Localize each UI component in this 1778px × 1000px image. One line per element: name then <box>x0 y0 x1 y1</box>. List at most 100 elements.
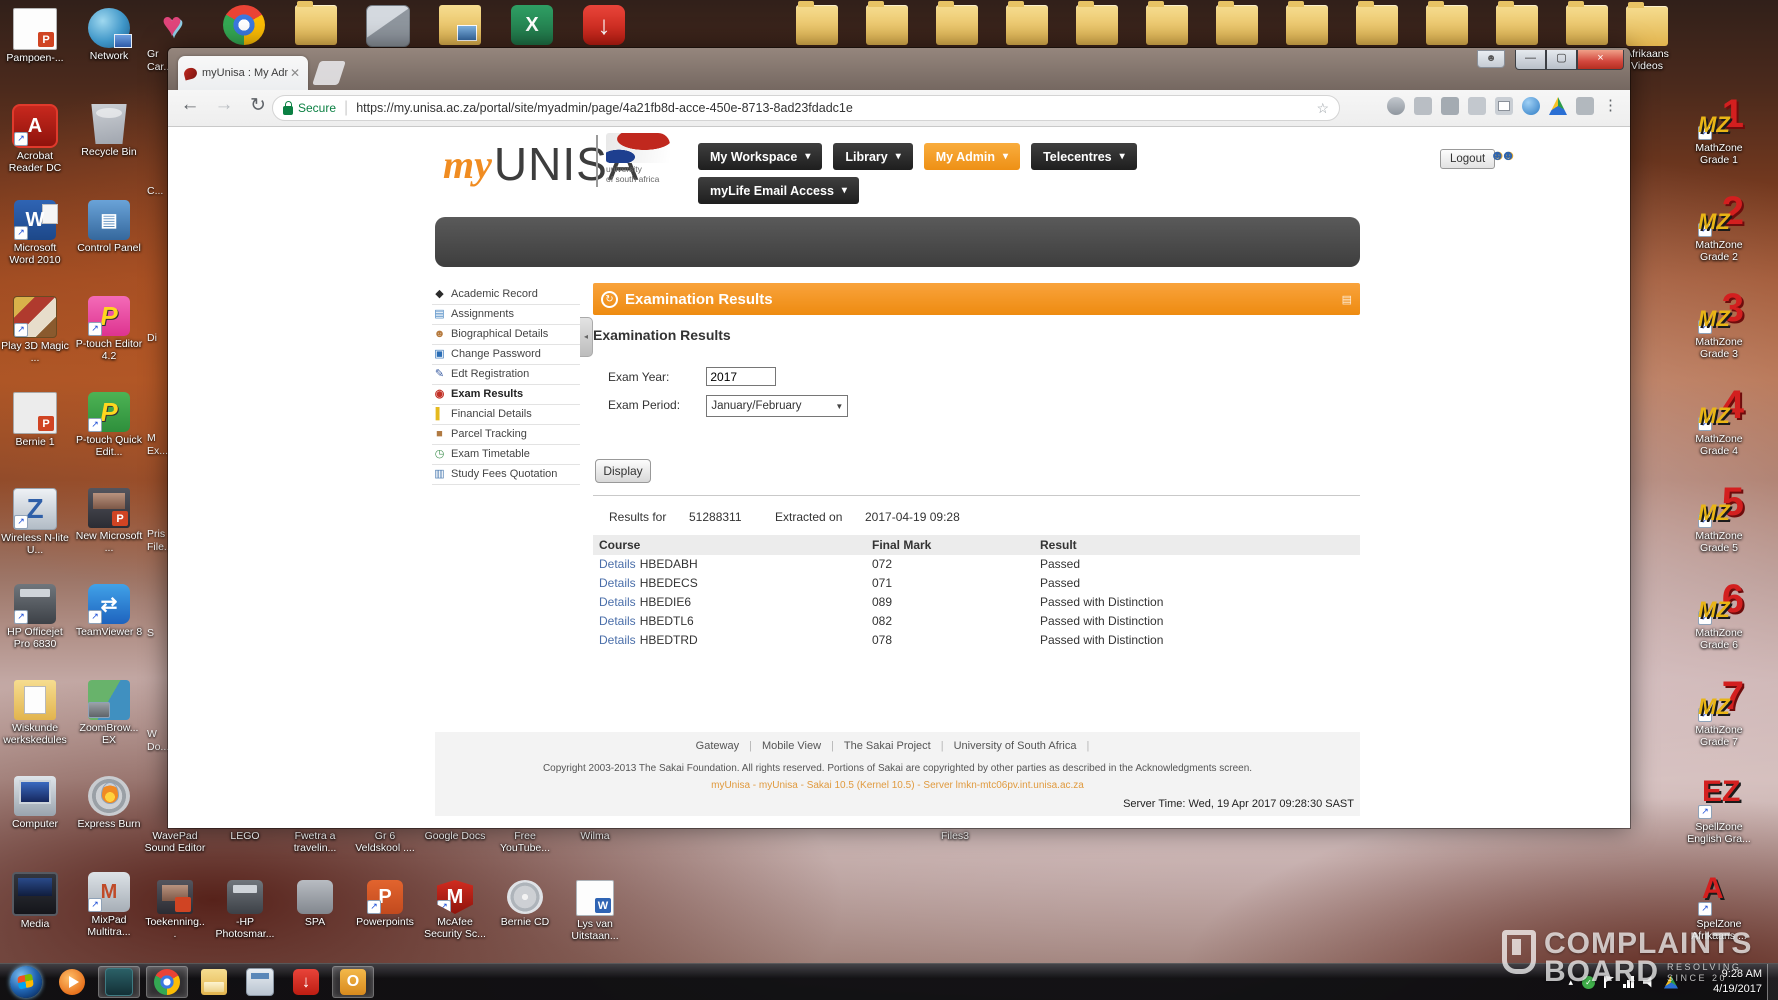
nav-library[interactable]: Library <box>833 143 912 170</box>
desktop-icon-files3-label[interactable]: Files3 <box>925 830 985 842</box>
details-link[interactable]: Details <box>599 557 636 571</box>
desktop-icon[interactable]: Wiskunde werkskedules <box>0 680 70 776</box>
sidebar-financial-details[interactable]: Financial Details <box>432 405 580 425</box>
desktop-icon[interactable]: 4 MathZone Grade 4 <box>1684 391 1754 488</box>
display-button[interactable]: Display <box>595 459 651 483</box>
profile-button[interactable]: ☻ <box>1477 50 1505 68</box>
desktop-icon[interactable] <box>1285 5 1329 47</box>
desktop-icon[interactable]: Gr 6 Veldskool .... <box>354 830 416 854</box>
desktop-icon[interactable] <box>222 5 266 49</box>
taskbar-button[interactable] <box>332 966 374 998</box>
sidebar-parcel-tracking[interactable]: Parcel Tracking <box>432 425 580 445</box>
sidebar-exam-results[interactable]: Exam Results <box>432 385 580 405</box>
desktop-icon[interactable]: Media <box>0 872 70 968</box>
close-button[interactable]: × <box>1577 50 1624 70</box>
desktop-icon[interactable]: 1 MathZone Grade 1 <box>1684 100 1754 197</box>
exam-year-input[interactable] <box>706 367 776 386</box>
desktop-icon[interactable]: A Acrobat Reader DC <box>0 104 70 200</box>
sidebar-academic-record[interactable]: Academic Record <box>432 285 580 305</box>
taskbar-button[interactable] <box>240 967 280 997</box>
desktop-icon[interactable] <box>1425 5 1469 47</box>
logout-button[interactable]: Logout <box>1440 149 1495 169</box>
desktop-icon[interactable] <box>795 5 839 47</box>
desktop-icon[interactable] <box>294 5 338 49</box>
desktop-icon[interactable]: 2 MathZone Grade 2 <box>1684 197 1754 294</box>
footer-link[interactable]: Mobile View <box>762 740 844 752</box>
desktop-icon[interactable]: ♥ <box>150 5 194 49</box>
desktop-icon[interactable] <box>1005 5 1049 47</box>
desktop-icon[interactable]: 3 MathZone Grade 3 <box>1684 294 1754 391</box>
users-gear-icon[interactable] <box>1490 147 1511 163</box>
taskbar-button[interactable] <box>52 967 92 997</box>
desktop-icon[interactable]: ▤ Control Panel <box>74 200 144 296</box>
extension-icon[interactable] <box>1414 97 1432 115</box>
desktop-icon[interactable]: -HP Photosmar... <box>214 880 276 942</box>
sidebar-biographical-details[interactable]: Biographical Details <box>432 325 580 345</box>
profile-extension-icon[interactable] <box>1576 97 1594 115</box>
taskbar-button[interactable] <box>6 967 46 997</box>
desktop-icon[interactable]: P Pampoen-... <box>0 8 70 104</box>
desktop-icon[interactable]: LEGO <box>214 830 276 854</box>
globe-extension-icon[interactable] <box>1522 97 1540 115</box>
sidebar-edit-registration[interactable]: Edt Registration <box>432 365 580 385</box>
desktop-icon[interactable]: WavePad Sound Editor <box>144 830 206 854</box>
sidebar-change-password[interactable]: Change Password <box>432 345 580 365</box>
footer-link[interactable]: Gateway <box>696 740 762 752</box>
desktop-icon[interactable]: P P-touch Editor 4.2 <box>74 296 144 392</box>
desktop-icon[interactable]: 6 MathZone Grade 6 <box>1684 585 1754 682</box>
taskbar-button[interactable] <box>286 967 326 997</box>
taskbar-button[interactable] <box>146 966 188 998</box>
desktop-icon[interactable]: P New Microsoft ... <box>74 488 144 584</box>
taskbar-button[interactable] <box>98 966 140 998</box>
desktop-icon[interactable]: P P-touch Quick Edit... <box>74 392 144 488</box>
sidebar-collapse-handle[interactable]: ◂ <box>580 317 593 357</box>
desktop-icon[interactable]: P Bernie 1 <box>0 392 70 488</box>
desktop-icon[interactable] <box>1215 5 1259 47</box>
minimize-button[interactable]: — <box>1515 50 1546 70</box>
desktop-icon[interactable] <box>1145 5 1189 47</box>
desktop-icon[interactable] <box>1495 5 1539 47</box>
desktop-icon[interactable]: X <box>510 5 554 49</box>
desktop-icon[interactable]: 7 MathZone Grade 7 <box>1684 682 1754 779</box>
desktop-icon[interactable] <box>1565 5 1609 47</box>
url-text[interactable]: https://my.unisa.ac.za/portal/site/myadm… <box>356 101 1310 115</box>
desktop-icon[interactable]: W Microsoft Word 2010 <box>0 200 70 296</box>
browser-tab[interactable]: myUnisa : My Admin : E ✕ <box>178 56 308 90</box>
desktop-icon[interactable]: ⇄ TeamViewer 8 <box>74 584 144 680</box>
desktop-icon[interactable]: M MixPad Multitra... <box>74 872 144 968</box>
details-link[interactable]: Details <box>599 576 636 590</box>
desktop-icon[interactable]: Wilma <box>564 830 626 854</box>
address-bar[interactable]: Secure | https://my.unisa.ac.za/portal/s… <box>272 95 1340 121</box>
desktop-icon[interactable]: Free YouTube... <box>494 830 556 854</box>
maximize-button[interactable]: ▢ <box>1546 50 1577 70</box>
show-desktop-button[interactable] <box>1767 964 1778 1000</box>
sidebar-study-fees-quotation[interactable]: Study Fees Quotation <box>432 465 580 485</box>
tool-header-options-icon[interactable]: ▤ <box>1342 293 1352 306</box>
details-link[interactable]: Details <box>599 614 636 628</box>
extension-icon[interactable] <box>1441 97 1459 115</box>
desktop-icon[interactable]: EZ SpellZone English Gra... <box>1684 779 1754 876</box>
desktop-icon[interactable]: Fwetra a travelin... <box>284 830 346 854</box>
footer-server-link[interactable]: myUnisa - myUnisa - Sakai 10.5 (Kernel 1… <box>435 780 1360 791</box>
desktop-icon[interactable]: Express Burn <box>74 776 144 872</box>
desktop-icon[interactable]: Network <box>74 8 144 104</box>
back-icon[interactable]: ← <box>178 94 202 117</box>
desktop-icon[interactable]: SPA <box>284 880 346 942</box>
sidebar-assignments[interactable]: Assignments <box>432 305 580 325</box>
desktop-icon[interactable]: Play 3D Magic ... <box>0 296 70 392</box>
reload-icon[interactable]: ↻ <box>246 94 270 117</box>
desktop-icon[interactable] <box>438 5 482 49</box>
details-link[interactable]: Details <box>599 633 636 647</box>
desktop-icon[interactable]: ZoomBrow... EX <box>74 680 144 776</box>
desktop-icon[interactable]: 5 MathZone Grade 5 <box>1684 488 1754 585</box>
desktop-icon[interactable]: Toekenning... <box>144 880 206 942</box>
desktop-icon[interactable] <box>935 5 979 47</box>
bookmark-star-icon[interactable]: ☆ <box>1316 100 1329 117</box>
desktop-icon[interactable]: M McAfee Security Sc... <box>424 880 486 942</box>
desktop-icon[interactable]: P Powerpoints <box>354 880 416 942</box>
desktop-icon[interactable] <box>1355 5 1399 47</box>
desktop-icon[interactable]: Google Docs <box>424 830 486 854</box>
refresh-icon[interactable]: ↻ <box>601 291 618 308</box>
nav-my-workspace[interactable]: My Workspace <box>698 143 822 170</box>
nav-mylife-email[interactable]: myLife Email Access <box>698 177 859 204</box>
